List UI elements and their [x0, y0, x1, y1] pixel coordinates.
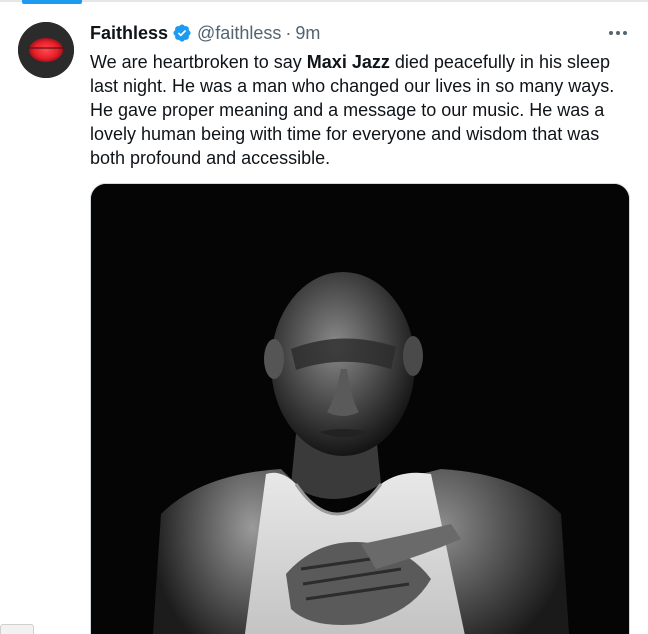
separator-dot: ·: [285, 23, 292, 43]
scroll-corner-indicator: [0, 624, 34, 634]
tweet-header: Faithless @faithless · 9m: [90, 21, 320, 45]
tweet-text-before: We are heartbroken to say: [90, 52, 307, 72]
tweet-text: We are heartbroken to say Maxi Jazz died…: [90, 50, 638, 170]
tweet-photo[interactable]: [90, 183, 630, 634]
top-divider: [0, 0, 648, 2]
verified-badge-icon: [172, 23, 192, 43]
handle[interactable]: @faithless: [197, 21, 281, 45]
active-tab-indicator: [22, 0, 82, 4]
tweet-page: Faithless @faithless · 9m We are heartbr…: [0, 0, 648, 634]
avatar[interactable]: [18, 22, 74, 78]
more-horizontal-icon: [609, 31, 627, 35]
tweet-text-mention: Maxi Jazz: [306, 52, 390, 72]
faithless-logo-icon: [18, 22, 74, 78]
timestamp[interactable]: 9m: [295, 21, 320, 45]
black-and-white-portrait-photo: [91, 184, 629, 634]
display-name[interactable]: Faithless: [90, 21, 168, 45]
more-button[interactable]: [603, 22, 633, 44]
